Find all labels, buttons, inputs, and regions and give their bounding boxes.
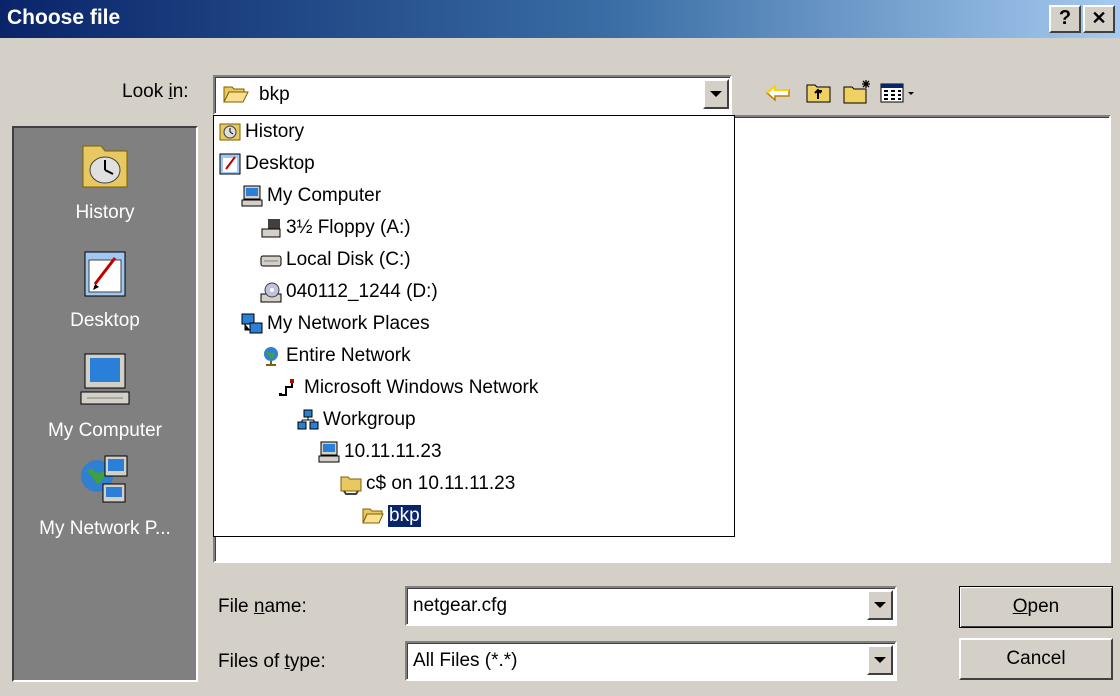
- network-icon: [278, 377, 300, 399]
- places-bar: History Desktop My Computer My Network P…: [12, 126, 198, 682]
- tree-item-entire-network[interactable]: Entire Network: [260, 341, 411, 371]
- share-icon: [340, 473, 362, 495]
- title-bar[interactable]: [0, 0, 1120, 38]
- tree-item-local-disk[interactable]: Local Disk (C:): [260, 245, 411, 275]
- computer-icon: [80, 353, 130, 405]
- up-folder-icon[interactable]: [806, 80, 832, 104]
- file-type-combo[interactable]: All Files (*.*): [405, 641, 897, 681]
- look-in-dropdown-button[interactable]: [703, 79, 729, 109]
- look-in-label: Look in:: [122, 81, 189, 102]
- chevron-down-icon: [874, 657, 886, 663]
- close-button[interactable]: ✕: [1083, 5, 1115, 33]
- look-in-value: bkp: [259, 84, 290, 105]
- desktop-icon: [84, 251, 126, 297]
- workgroup-icon: [297, 409, 319, 431]
- tree-item-my-computer[interactable]: My Computer: [241, 181, 381, 211]
- computer-icon: [318, 441, 340, 463]
- tree-item-windows-network[interactable]: Microsoft Windows Network: [278, 373, 538, 403]
- tree-item-network-places[interactable]: My Network Places: [241, 309, 430, 339]
- places-my-computer[interactable]: My Computer: [14, 350, 196, 442]
- network-places-icon: [241, 313, 263, 335]
- tree-item-history[interactable]: History: [219, 117, 304, 147]
- cancel-button[interactable]: Cancel: [959, 638, 1113, 680]
- globe-icon: [260, 345, 282, 367]
- tree-item-workgroup[interactable]: Workgroup: [297, 405, 416, 435]
- new-folder-icon[interactable]: [843, 78, 873, 104]
- history-icon: [82, 145, 128, 188]
- cdrom-icon: [260, 281, 282, 303]
- tree-item-floppy[interactable]: 3½ Floppy (A:): [260, 213, 411, 243]
- help-button[interactable]: ?: [1049, 5, 1081, 33]
- network-places-icon: [81, 455, 128, 503]
- disk-icon: [260, 249, 282, 271]
- file-name-combo[interactable]: netgear.cfg: [405, 586, 897, 626]
- look-in-dropdown-list[interactable]: History Desktop My Computer 3½ Floppy (A…: [213, 115, 735, 537]
- open-button[interactable]: Open: [959, 586, 1113, 628]
- chevron-down-icon: [874, 602, 886, 608]
- tree-item-cdrom[interactable]: 040112_1244 (D:): [260, 277, 438, 307]
- tree-item-desktop[interactable]: Desktop: [219, 149, 315, 179]
- file-name-input[interactable]: netgear.cfg: [413, 595, 507, 617]
- file-type-dropdown-button[interactable]: [867, 645, 893, 675]
- places-my-network[interactable]: My Network P...: [14, 452, 196, 540]
- folder-open-icon: [362, 505, 384, 527]
- places-desktop[interactable]: Desktop: [14, 246, 196, 332]
- file-type-value: All Files (*.*): [413, 650, 518, 671]
- file-name-dropdown-button[interactable]: [867, 590, 893, 620]
- desktop-icon: [219, 153, 241, 175]
- back-icon[interactable]: [765, 83, 791, 103]
- tree-item-share[interactable]: c$ on 10.11.11.23: [340, 469, 515, 499]
- file-name-label: File name:: [218, 596, 307, 617]
- chevron-down-icon: [710, 91, 722, 97]
- tree-item-host[interactable]: 10.11.11.23: [318, 437, 442, 467]
- window-title: Choose file: [7, 6, 121, 29]
- look-in-combo[interactable]: bkp: [213, 75, 732, 115]
- file-type-label: Files of type:: [218, 651, 326, 672]
- floppy-icon: [260, 217, 282, 239]
- view-menu-icon[interactable]: [880, 82, 920, 104]
- folder-open-icon: [223, 83, 249, 105]
- places-history[interactable]: History: [14, 138, 196, 224]
- tree-item-bkp[interactable]: bkp: [362, 501, 422, 531]
- history-icon: [219, 121, 241, 143]
- computer-icon: [241, 185, 263, 207]
